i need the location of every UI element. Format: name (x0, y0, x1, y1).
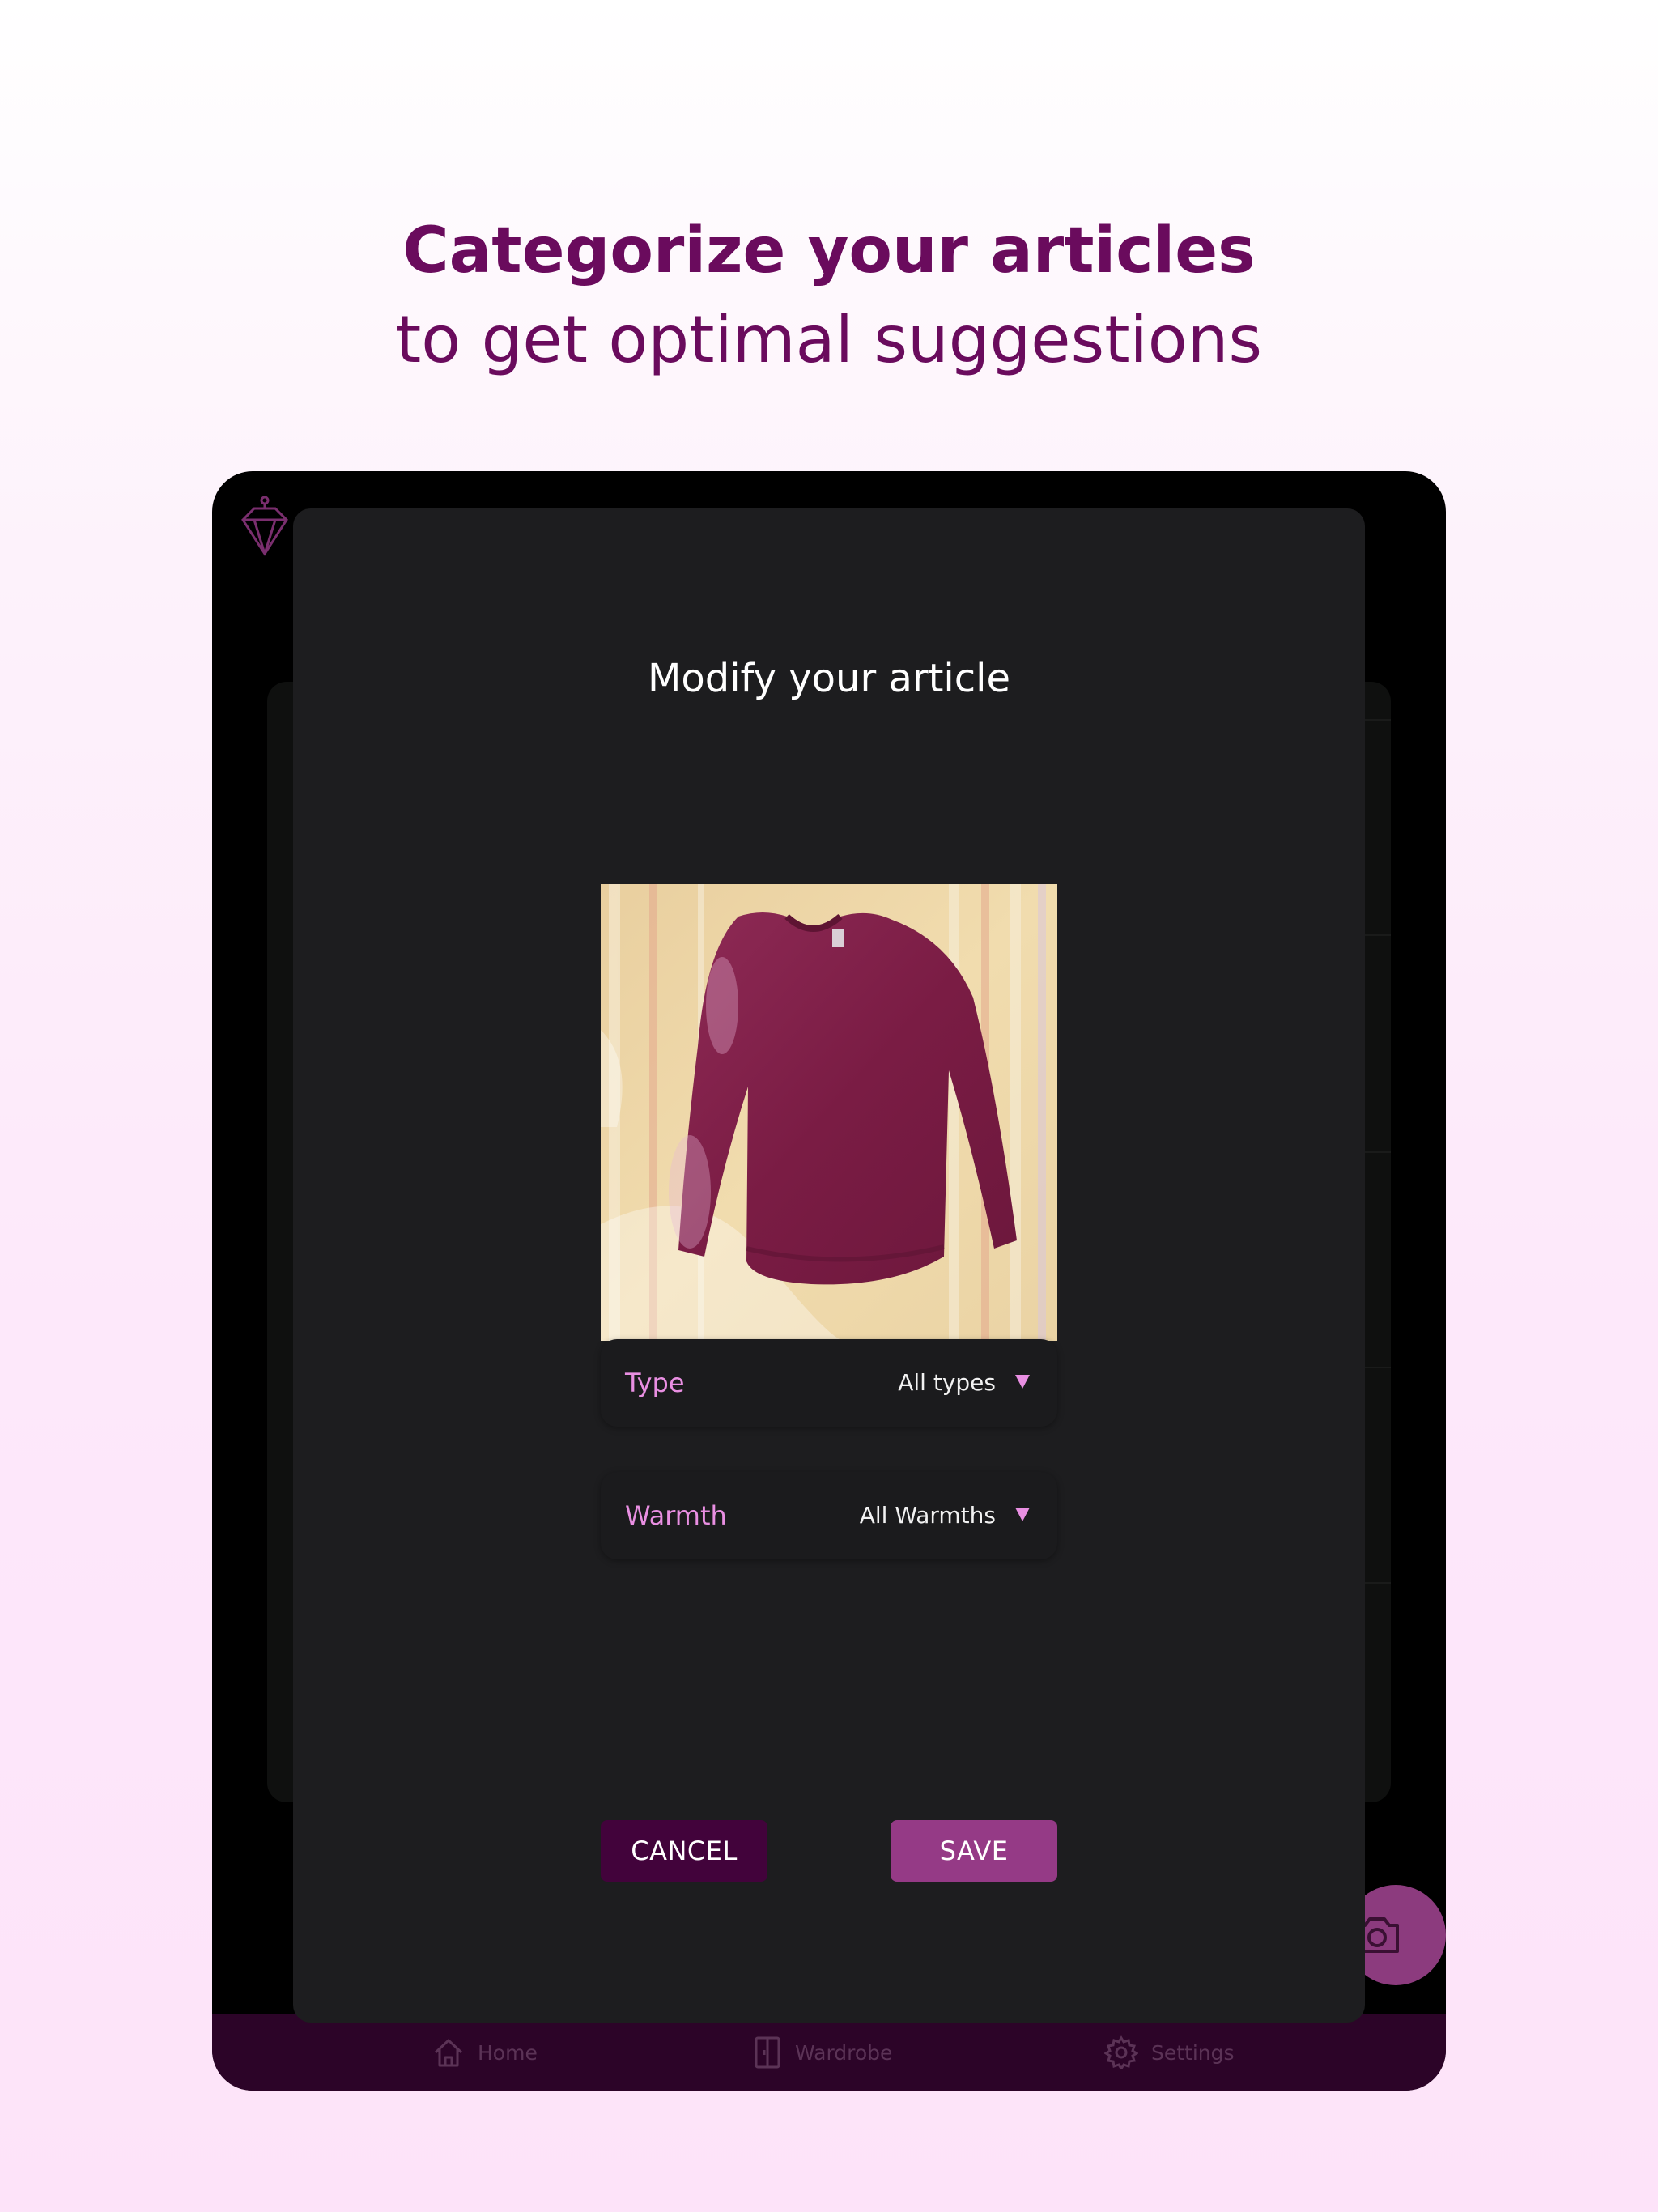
home-icon (434, 2039, 463, 2067)
warmth-label: Warmth (625, 1500, 727, 1531)
dropdown-arrow-icon (1015, 1375, 1030, 1389)
article-photo (601, 884, 1057, 1341)
tab-label: Wardrobe (795, 2040, 893, 2065)
warmth-value: All Warmths (859, 1502, 996, 1529)
dropdown-arrow-icon (1015, 1508, 1030, 1521)
marketing-headline: Categorize your articles to get optimal … (0, 202, 1658, 381)
device-screen: Home Wardrobe Settings Modify your artic… (212, 471, 1446, 2091)
wardrobe-icon (755, 2036, 780, 2069)
bottom-tab-bar: Home Wardrobe Settings (212, 2014, 1446, 2091)
tab-home[interactable]: Home (432, 2014, 538, 2091)
modify-article-modal: Modify your article Type All types Warmt… (293, 508, 1365, 2023)
modal-title: Modify your article (647, 656, 1011, 701)
cancel-button[interactable]: CANCEL (601, 1820, 767, 1882)
headline-subtitle: to get optimal suggestions (395, 302, 1263, 377)
warmth-select[interactable]: Warmth All Warmths (601, 1472, 1057, 1559)
hanger-diamond-icon (240, 496, 290, 557)
tab-label: Settings (1151, 2040, 1235, 2065)
gear-icon (1104, 2035, 1138, 2069)
type-label: Type (625, 1368, 685, 1398)
save-button[interactable]: SAVE (891, 1820, 1057, 1882)
tab-wardrobe[interactable]: Wardrobe (753, 2014, 892, 2091)
tab-settings[interactable]: Settings (1104, 2014, 1235, 2091)
headline-title: Categorize your articles (402, 215, 1256, 287)
type-select[interactable]: Type All types (601, 1339, 1057, 1427)
tab-label: Home (478, 2040, 538, 2065)
type-value: All types (898, 1369, 996, 1396)
